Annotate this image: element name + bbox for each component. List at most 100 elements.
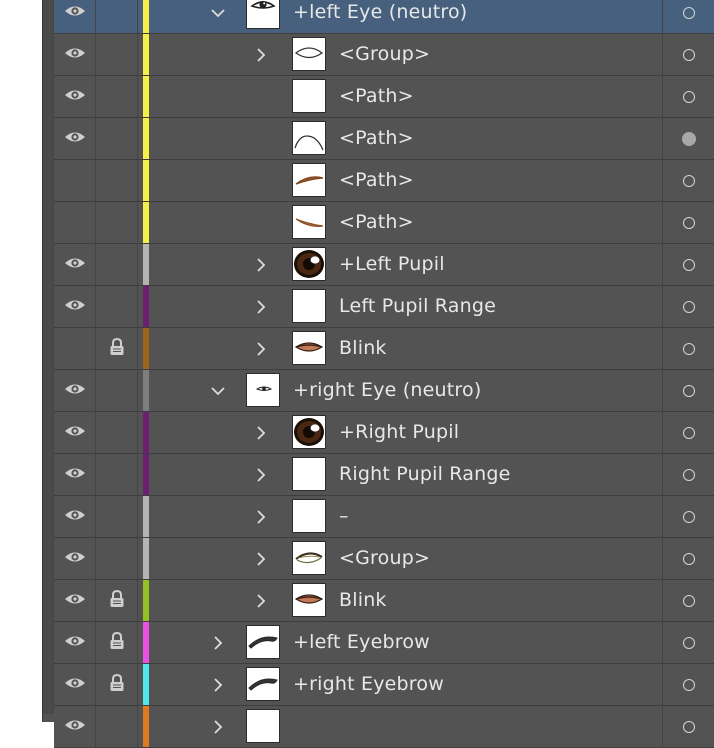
chevron-right-icon[interactable] [252, 256, 270, 274]
layer-name[interactable]: Right Pupil Range [339, 454, 511, 495]
chevron-down-icon[interactable] [209, 4, 227, 22]
layer-name[interactable]: <Path> [339, 76, 414, 117]
layer-row[interactable]: +Right Pupil [54, 412, 714, 454]
visibility-toggle[interactable] [54, 202, 96, 243]
target-button[interactable] [662, 34, 714, 75]
lock-toggle[interactable] [96, 538, 138, 579]
layer-name[interactable]: +right Eyebrow [293, 664, 444, 705]
target-button[interactable] [662, 0, 714, 33]
layer-name[interactable]: +right Eye (neutro) [293, 370, 481, 411]
lock-toggle[interactable] [96, 370, 138, 411]
layer-name[interactable]: <Group> [339, 34, 430, 75]
chevron-right-icon[interactable] [252, 340, 270, 358]
lock-toggle[interactable] [96, 244, 138, 285]
visibility-toggle[interactable] [54, 244, 96, 285]
target-button[interactable] [662, 622, 714, 663]
target-button[interactable] [662, 328, 714, 369]
layer-name[interactable]: <Path> [339, 202, 414, 243]
chevron-right-icon[interactable] [252, 508, 270, 526]
layer-row[interactable]: <Path> [54, 118, 714, 160]
layer-row[interactable]: +left Eyebrow [54, 622, 714, 664]
chevron-right-icon[interactable] [252, 550, 270, 568]
target-button[interactable] [662, 496, 714, 537]
visibility-toggle[interactable] [54, 118, 96, 159]
lock-toggle[interactable] [96, 664, 138, 705]
layer-name[interactable]: Left Pupil Range [339, 286, 496, 327]
layer-name[interactable]: Blink [339, 580, 387, 621]
visibility-toggle[interactable] [54, 538, 96, 579]
target-button[interactable] [662, 454, 714, 495]
target-button[interactable] [662, 370, 714, 411]
layer-row[interactable]: +right Eye (neutro) [54, 370, 714, 412]
lock-toggle[interactable] [96, 622, 138, 663]
visibility-toggle[interactable] [54, 76, 96, 117]
lock-toggle[interactable] [96, 580, 138, 621]
chevron-down-icon[interactable] [209, 382, 227, 400]
layer-name[interactable]: <Path> [339, 118, 414, 159]
layer-row[interactable]: <Group> [54, 34, 714, 76]
lock-toggle[interactable] [96, 0, 138, 33]
lock-toggle[interactable] [96, 286, 138, 327]
layer-row[interactable]: – [54, 496, 714, 538]
layer-row[interactable]: Blink [54, 328, 714, 370]
visibility-toggle[interactable] [54, 706, 96, 747]
layer-name[interactable]: <Group> [339, 538, 430, 579]
target-button[interactable] [662, 706, 714, 747]
chevron-right-icon[interactable] [209, 676, 227, 694]
lock-toggle[interactable] [96, 496, 138, 537]
lock-toggle[interactable] [96, 34, 138, 75]
visibility-toggle[interactable] [54, 370, 96, 411]
layer-row[interactable]: <Path> [54, 76, 714, 118]
layer-row[interactable]: Left Pupil Range [54, 286, 714, 328]
layer-row[interactable]: +Left Pupil [54, 244, 714, 286]
layer-name[interactable]: +left Eye (neutro) [293, 0, 467, 33]
visibility-toggle[interactable] [54, 622, 96, 663]
layer-row[interactable] [54, 706, 714, 748]
lock-toggle[interactable] [96, 202, 138, 243]
layer-name[interactable]: +Left Pupil [339, 244, 445, 285]
layer-name[interactable]: +Right Pupil [339, 412, 459, 453]
target-button[interactable] [662, 664, 714, 705]
lock-toggle[interactable] [96, 454, 138, 495]
chevron-right-icon[interactable] [252, 466, 270, 484]
visibility-toggle[interactable] [54, 328, 96, 369]
target-button[interactable] [662, 76, 714, 117]
chevron-right-icon[interactable] [209, 634, 227, 652]
layer-row[interactable]: <Path> [54, 160, 714, 202]
layer-row[interactable]: <Group> [54, 538, 714, 580]
chevron-right-icon[interactable] [252, 298, 270, 316]
visibility-toggle[interactable] [54, 496, 96, 537]
visibility-toggle[interactable] [54, 664, 96, 705]
layer-row[interactable]: <Path> [54, 202, 714, 244]
lock-toggle[interactable] [96, 706, 138, 747]
panel-scroll-gutter[interactable] [42, 0, 54, 714]
layer-name[interactable]: Blink [339, 328, 387, 369]
visibility-toggle[interactable] [54, 34, 96, 75]
target-button[interactable] [662, 580, 714, 621]
target-button[interactable] [662, 412, 714, 453]
visibility-toggle[interactable] [54, 160, 96, 201]
target-button[interactable] [662, 118, 714, 159]
target-button[interactable] [662, 286, 714, 327]
target-button[interactable] [662, 244, 714, 285]
visibility-toggle[interactable] [54, 286, 96, 327]
layer-name[interactable]: <Path> [339, 160, 414, 201]
layer-row[interactable]: +right Eyebrow [54, 664, 714, 706]
layer-name[interactable]: – [339, 496, 349, 537]
chevron-right-icon[interactable] [252, 592, 270, 610]
lock-toggle[interactable] [96, 76, 138, 117]
visibility-toggle[interactable] [54, 454, 96, 495]
lock-toggle[interactable] [96, 412, 138, 453]
chevron-right-icon[interactable] [252, 46, 270, 64]
chevron-right-icon[interactable] [252, 424, 270, 442]
layer-name[interactable]: +left Eyebrow [293, 622, 430, 663]
layer-row[interactable]: Right Pupil Range [54, 454, 714, 496]
target-button[interactable] [662, 538, 714, 579]
layer-row[interactable]: +left Eye (neutro) [54, 0, 714, 34]
lock-toggle[interactable] [96, 328, 138, 369]
target-button[interactable] [662, 202, 714, 243]
target-button[interactable] [662, 160, 714, 201]
lock-toggle[interactable] [96, 118, 138, 159]
layer-row[interactable]: Blink [54, 580, 714, 622]
visibility-toggle[interactable] [54, 580, 96, 621]
